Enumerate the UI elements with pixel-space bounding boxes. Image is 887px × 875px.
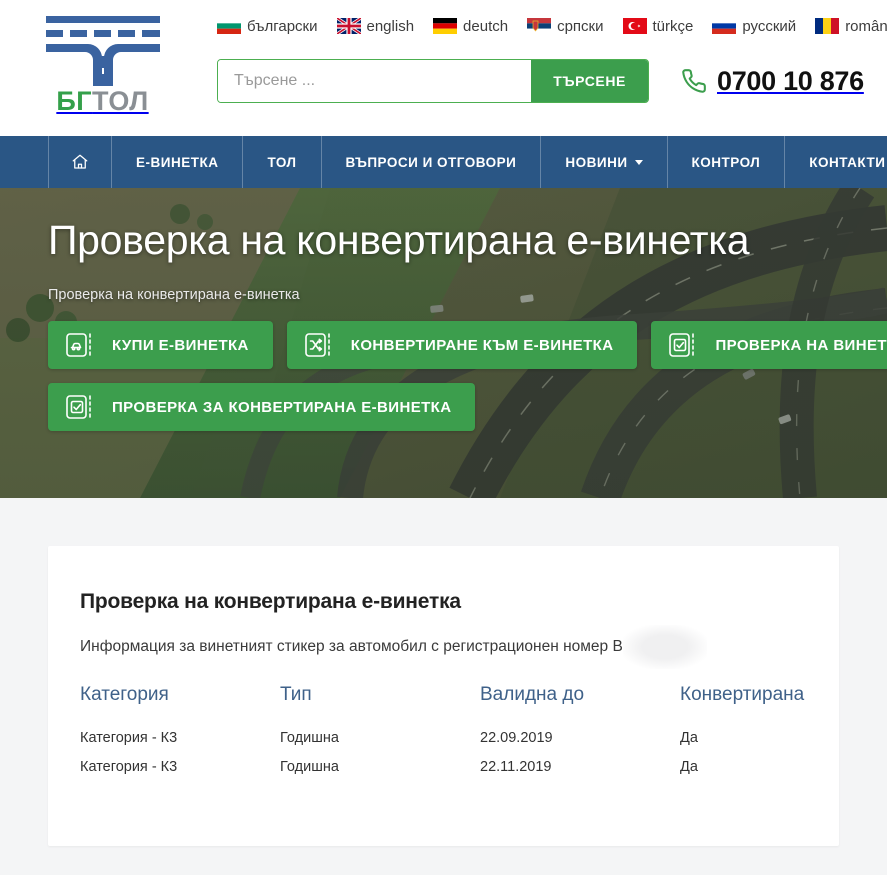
nav-item-contacts[interactable]: КОНТАКТИ (785, 136, 887, 188)
nav-item-label: Е-ВИНЕТКА (136, 155, 218, 170)
language-label: български (247, 18, 318, 35)
nav-item-tol[interactable]: ТОЛ (243, 136, 321, 188)
flag-serbia-icon (527, 18, 551, 34)
nav-item-control[interactable]: КОНТРОЛ (668, 136, 786, 188)
cell-valid-to: 22.11.2019 (480, 757, 680, 786)
check-vignette-button[interactable]: ПРОВЕРКА НА ВИНЕТКА (651, 321, 887, 369)
language-switcher: български english deutch (205, 14, 887, 38)
cell-valid-to: 22.09.2019 (480, 728, 680, 757)
nav-item-faq[interactable]: ВЪПРОСИ И ОТГОВОРИ (322, 136, 542, 188)
table-header: Категория Тип Валидна до Конвертирана (80, 684, 807, 728)
hero-action-buttons: КУПИ Е-ВИНЕТКА КОНВЕРТИРАНЕ КЪМ Е-ВИНЕТК… (48, 321, 887, 431)
page-title: Проверка на конвертирана е-винетка (48, 218, 887, 263)
logo-bg-text: БГ (56, 86, 92, 116)
column-header-type: Тип (280, 684, 480, 728)
language-label: deutch (463, 18, 508, 35)
language-label: türkçe (653, 18, 694, 35)
cell-converted: Да (680, 728, 807, 757)
language-label: русский (742, 18, 796, 35)
ticket-shuffle-icon (305, 332, 335, 358)
nav-item-label: ТОЛ (267, 155, 296, 170)
ticket-check-icon (66, 394, 96, 420)
search-form: ТЪРСЕНЕ (217, 59, 649, 103)
buy-evignette-button[interactable]: КУПИ Е-ВИНЕТКА (48, 321, 273, 369)
breadcrumb: Проверка на конвертирана е-винетка (48, 287, 887, 303)
search-and-contact: ТЪРСЕНЕ 0700 10 876 (205, 59, 887, 103)
card-title: Проверка на конвертирана е-винетка (80, 590, 807, 614)
vignette-table: Категория Тип Валидна до Конвертирана Ка… (80, 684, 807, 786)
logo-wordmark: БГТОЛ (56, 88, 148, 115)
language-deutch[interactable]: deutch (433, 18, 508, 35)
phone-icon (681, 68, 707, 94)
cell-converted: Да (680, 757, 807, 786)
language-russian[interactable]: русский (712, 18, 796, 35)
logo-tol-text: ТОЛ (92, 86, 149, 116)
flag-russia-icon (712, 18, 736, 34)
vignette-result-card: Проверка на конвертирана е-винетка Инфор… (48, 546, 839, 846)
nav-item-label: КОНТРОЛ (692, 155, 761, 170)
highway-junction-icon (42, 14, 164, 86)
nav-item-e-vinetka[interactable]: Е-ВИНЕТКА (112, 136, 243, 188)
nav-item-label: КОНТАКТИ (809, 155, 885, 170)
table-row: Категория - К3 Годишна 22.11.2019 Да (80, 757, 807, 786)
chevron-down-icon (635, 160, 643, 165)
flag-bulgaria-icon (217, 18, 241, 34)
site-header: БГТОЛ български english (0, 0, 887, 136)
table-row: Категория - К3 Годишна 22.09.2019 Да (80, 728, 807, 757)
ticket-check-icon (669, 332, 699, 358)
language-label: српски (557, 18, 603, 35)
phone-link[interactable]: 0700 10 876 (681, 66, 864, 97)
hero-content: Проверка на конвертирана е-винетка Прове… (0, 188, 887, 498)
site-logo[interactable]: БГТОЛ (0, 0, 205, 115)
language-turkish[interactable]: türkçe (623, 18, 694, 35)
convert-to-evignette-button[interactable]: КОНВЕРТИРАНЕ КЪМ Е-ВИНЕТКА (287, 321, 638, 369)
cell-category: Категория - К3 (80, 728, 280, 757)
language-serbian[interactable]: српски (527, 18, 603, 35)
search-input[interactable] (218, 60, 531, 102)
column-header-valid-to: Валидна до (480, 684, 680, 728)
card-description-text: Информация за винетният стикер за автомо… (80, 638, 623, 655)
flag-romania-icon (815, 18, 839, 34)
redacted-plate-number (623, 625, 707, 669)
ticket-car-icon (66, 332, 96, 358)
card-description: Информация за винетният стикер за автомо… (80, 638, 623, 656)
nav-item-label: НОВИНИ (565, 155, 627, 170)
cell-type: Годишна (280, 728, 480, 757)
cell-category: Категория - К3 (80, 757, 280, 786)
hero-section: Проверка на конвертирана е-винетка Прове… (0, 188, 887, 498)
table-header-row: Категория Тип Валидна до Конвертирана (80, 684, 807, 728)
home-icon (71, 153, 89, 171)
language-label: română (845, 18, 887, 35)
language-label: english (367, 18, 415, 35)
hero-button-label: ПРОВЕРКА ЗА КОНВЕРТИРАНА Е-ВИНЕТКА (112, 399, 451, 416)
column-header-category: Категория (80, 684, 280, 728)
flag-germany-icon (433, 18, 457, 34)
check-converted-evignette-button[interactable]: ПРОВЕРКА ЗА КОНВЕРТИРАНА Е-ВИНЕТКА (48, 383, 475, 431)
cell-type: Годишна (280, 757, 480, 786)
flag-unitedkingdom-icon (337, 18, 361, 34)
language-bulgarian[interactable]: български (217, 18, 318, 35)
table-body: Категория - К3 Годишна 22.09.2019 Да Кат… (80, 728, 807, 786)
flag-turkey-icon (623, 18, 647, 34)
main-content: Проверка на конвертирана е-винетка Инфор… (0, 498, 887, 846)
hero-button-label: КУПИ Е-ВИНЕТКА (112, 337, 249, 354)
language-romanian[interactable]: română (815, 18, 887, 35)
phone-number: 0700 10 876 (717, 66, 864, 97)
hero-button-label: КОНВЕРТИРАНЕ КЪМ Е-ВИНЕТКА (351, 337, 614, 354)
search-button[interactable]: ТЪРСЕНЕ (531, 60, 648, 102)
nav-item-news[interactable]: НОВИНИ (541, 136, 667, 188)
nav-item-label: ВЪПРОСИ И ОТГОВОРИ (346, 155, 517, 170)
nav-item-home[interactable] (48, 136, 112, 188)
column-header-converted: Конвертирана (680, 684, 807, 728)
main-navigation: Е-ВИНЕТКА ТОЛ ВЪПРОСИ И ОТГОВОРИ НОВИНИ … (0, 136, 887, 188)
hero-button-label: ПРОВЕРКА НА ВИНЕТКА (715, 337, 887, 354)
header-right: български english deutch (205, 0, 887, 103)
language-english[interactable]: english (337, 18, 415, 35)
